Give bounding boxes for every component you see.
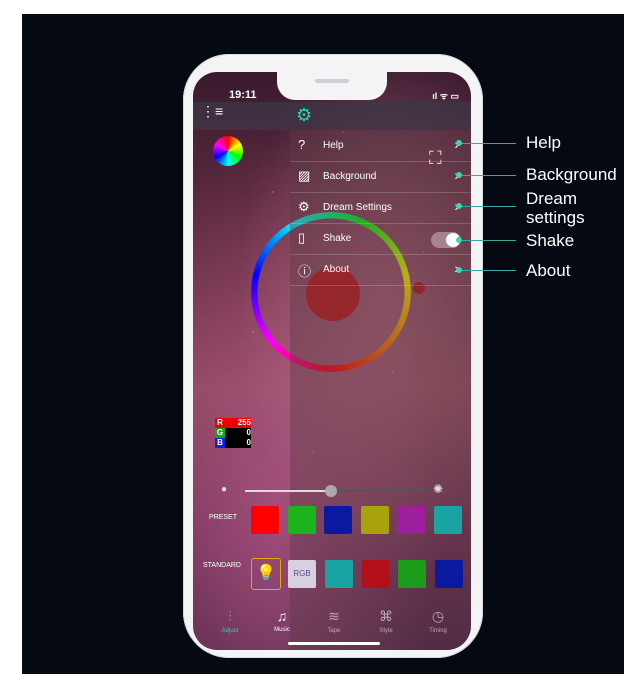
tab-timing[interactable]: ◷ Timing <box>413 608 463 634</box>
preset-label: PRESET <box>209 514 238 521</box>
callout-line-shake <box>458 240 516 241</box>
rgb-button[interactable]: RGB <box>288 560 316 588</box>
app-screen: 19:11 ıl ᯤ ▭ ⋮≡ ⚙ ? Help › ▨ Background … <box>193 72 471 650</box>
menu-list-icon[interactable]: ⋮≡ <box>201 104 223 126</box>
status-bar: 19:11 ıl ᯤ ▭ <box>193 72 471 102</box>
standard-color-swatch[interactable] <box>361 560 390 588</box>
callout-dot-help <box>456 140 462 146</box>
slider-knob[interactable] <box>325 485 337 497</box>
rgb-b-key: B <box>215 438 225 448</box>
menu-item-label: About <box>323 264 350 275</box>
rgb-r-key: R <box>215 418 225 428</box>
status-time: 19:11 <box>229 89 257 101</box>
menu-item-label: Background <box>323 171 377 182</box>
top-bar <box>193 102 471 130</box>
callout-about: About <box>526 261 571 280</box>
preset-color-swatch[interactable] <box>324 506 352 534</box>
tab-label: Adjust <box>221 628 239 634</box>
preset-color-swatch[interactable] <box>433 506 462 534</box>
menu-item-about[interactable]: ⓘ About › <box>290 254 471 286</box>
shake-icon: ▯ <box>298 230 306 245</box>
tab-style[interactable]: ⌘ Style <box>361 608 411 634</box>
bulb-icon[interactable]: 💡 <box>251 558 281 590</box>
preset-color-swatch[interactable] <box>287 506 316 534</box>
standard-color-swatch[interactable] <box>325 560 353 588</box>
menu-item-help[interactable]: ? Help › <box>290 130 471 162</box>
image-icon: ▨ <box>298 168 311 183</box>
tab-label: Timing <box>429 628 447 634</box>
callout-line-about <box>458 270 516 271</box>
sliders-icon: ⫶ <box>228 608 232 624</box>
clock-icon: ◷ <box>431 608 445 624</box>
callout-dot-dream-settings <box>456 203 462 209</box>
gear-icon: ⚙ <box>298 199 310 214</box>
brightness-high-icon: ✺ <box>432 482 443 496</box>
music-icon: ♫ <box>276 608 288 624</box>
menu-item-label: Dream Settings <box>323 202 392 213</box>
tab-label: Music <box>274 627 290 633</box>
rgb-g-key: G <box>215 428 225 438</box>
menu-item-shake[interactable]: ▯ Shake <box>290 223 471 255</box>
info-icon: ⓘ <box>298 264 312 279</box>
menu-item-dream-settings[interactable]: ⚙ Dream Settings › <box>290 192 471 224</box>
preset-color-swatch[interactable] <box>251 506 279 534</box>
rgb-r-value: 255 <box>225 418 251 428</box>
menu-item-label: Shake <box>323 233 352 244</box>
slider-fill <box>245 490 331 492</box>
background-image-icon: ⛶ <box>429 148 442 168</box>
callout-background: Background <box>526 166 617 184</box>
preset-color-swatch[interactable] <box>360 506 389 534</box>
standard-color-swatch[interactable] <box>398 560 426 588</box>
rgb-b-value: 0 <box>225 438 251 448</box>
tab-label: Tape <box>327 628 341 634</box>
callout-dream-settings-line2: settings <box>526 208 585 227</box>
phone-speaker <box>315 79 349 83</box>
status-icons: ıl ᯤ ▭ <box>432 91 459 101</box>
callout-dream-settings-line1: Dream <box>526 189 578 208</box>
tab-label: Style <box>379 628 393 634</box>
standard-color-swatch[interactable] <box>434 560 463 588</box>
rgb-g-value: 0 <box>225 428 251 438</box>
brightness-low-icon: ● <box>221 484 228 495</box>
help-icon: ? <box>298 137 306 152</box>
callout-line-help <box>458 143 516 144</box>
tab-music[interactable]: ♫ Music <box>257 608 307 633</box>
wave-icon: ≋ <box>328 608 340 624</box>
rgb-readout: R 255 G0 B0 <box>215 418 251 448</box>
callout-help: Help <box>526 133 561 152</box>
callout-shake: Shake <box>526 231 575 250</box>
tab-tape[interactable]: ≋ Tape <box>309 608 359 634</box>
brightness-slider[interactable]: ● ✺ <box>193 476 471 506</box>
callout-dot-about <box>456 267 462 273</box>
standard-label: STANDARD <box>203 562 241 569</box>
phone-notch <box>277 72 387 100</box>
callout-line-dream-settings <box>458 206 516 207</box>
menu-item-label: Help <box>323 140 344 151</box>
color-picker-button[interactable] <box>213 136 243 166</box>
preset-color-swatch[interactable] <box>397 506 425 534</box>
gear-icon[interactable]: ⚙ <box>296 105 312 126</box>
tab-adjust[interactable]: ⫶ Adjust <box>205 608 255 634</box>
command-icon: ⌘ <box>379 608 393 624</box>
callout-dot-shake <box>456 237 462 243</box>
callout-line-background <box>458 175 516 176</box>
callout-dot-background <box>456 172 462 178</box>
menu-item-background[interactable]: ▨ Background › <box>290 161 471 193</box>
home-indicator <box>288 642 380 645</box>
